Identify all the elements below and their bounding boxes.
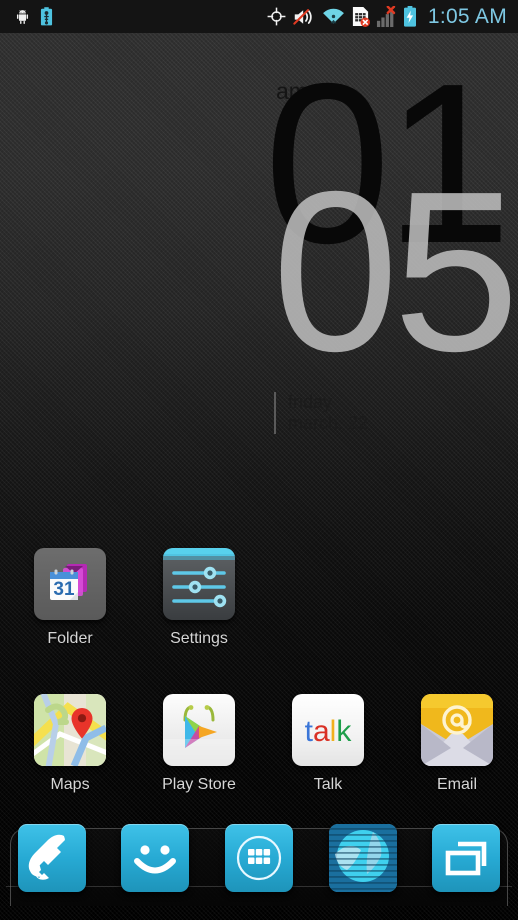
dock-item-recent-apps[interactable] [432, 824, 501, 892]
app-shortcut-maps[interactable]: Maps [11, 694, 129, 794]
messaging-smiley-icon [134, 845, 177, 874]
dock-item-phone[interactable] [17, 824, 86, 892]
app-label-talk: Talk [313, 776, 343, 793]
wifi-icon [322, 8, 345, 26]
dock-item-browser[interactable] [328, 824, 397, 892]
app-label-folder: Folder [47, 630, 93, 647]
maps-pin-icon [34, 694, 106, 766]
status-bar[interactable]: 1:05 AM [0, 0, 518, 33]
settings-sliders-icon [163, 548, 235, 620]
app-label-maps: Maps [50, 776, 90, 793]
signal-no-service-icon [376, 5, 397, 28]
android-robot-icon [14, 8, 31, 25]
browser-globe-icon [328, 824, 397, 892]
status-bar-system-icons: 1:05 AM [266, 5, 518, 29]
email-envelope-icon [421, 694, 493, 766]
phone-handset-icon [28, 834, 65, 880]
battery-charging-notification-icon [40, 7, 53, 26]
icon-row-2: Maps Play Store talk Talk Email [0, 694, 518, 794]
app-drawer-grid-icon [236, 835, 282, 881]
icon-row-1: 31 Folder Settings [0, 548, 518, 648]
app-label-settings: Settings [170, 630, 228, 647]
google-talk-icon: talk [292, 694, 364, 766]
folder-calendar-icon: 31 [34, 548, 106, 620]
svg-text:31: 31 [53, 579, 75, 600]
dock-icon-row [0, 812, 518, 920]
status-bar-clock: 1:05 AM [427, 4, 507, 28]
svg-text:talk: talk [305, 715, 353, 748]
sim-card-error-icon [351, 6, 370, 27]
home-screen-icon-grid: 31 Folder Settings Maps Play Store talk … [0, 548, 518, 794]
app-shortcut-folder[interactable]: 31 Folder [11, 548, 129, 648]
battery-charging-icon [403, 6, 417, 27]
app-shortcut-play-store[interactable]: Play Store [140, 694, 258, 794]
dock [0, 812, 518, 920]
app-label-email: Email [436, 776, 477, 793]
app-label-play-store: Play Store [162, 776, 236, 793]
recent-apps-windows-icon [445, 841, 487, 876]
app-shortcut-talk[interactable]: talk Talk [269, 694, 387, 794]
gps-location-icon [266, 6, 287, 27]
volume-muted-icon [293, 7, 316, 27]
dock-item-app-drawer[interactable] [224, 824, 293, 892]
status-bar-notifications [0, 7, 53, 26]
play-store-bag-icon [163, 694, 235, 766]
app-shortcut-settings[interactable]: Settings [140, 548, 258, 648]
dock-item-messaging[interactable] [121, 824, 190, 892]
app-shortcut-email[interactable]: Email [398, 694, 516, 794]
